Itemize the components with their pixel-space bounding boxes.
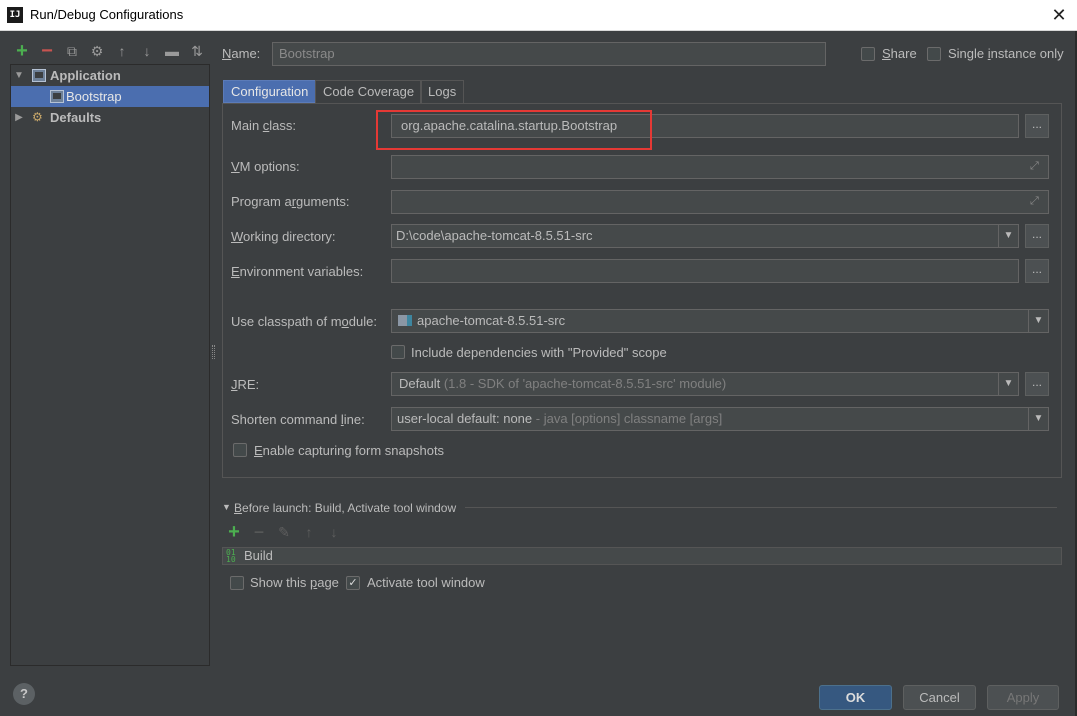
title-bar: IJ Run/Debug Configurations ✕	[0, 0, 1077, 31]
edit-task-icon[interactable]: ✎	[275, 523, 293, 541]
name-label: Name:	[222, 46, 261, 61]
application-icon	[32, 69, 46, 82]
chevron-down-icon[interactable]: ▼	[998, 373, 1018, 395]
enable-snapshots-label: Enable capturing form snapshots	[254, 443, 445, 458]
application-icon	[50, 90, 64, 103]
vm-options-field[interactable]: ⤢	[391, 155, 1049, 179]
before-launch-separator	[465, 507, 1057, 508]
close-icon[interactable]: ✕	[1049, 5, 1069, 25]
chevron-down-icon[interactable]: ▼	[998, 225, 1018, 247]
single-instance-label: Single instance only	[948, 46, 1064, 61]
jre-select[interactable]: Default (1.8 - SDK of 'apache-tomcat-8.5…	[391, 372, 1019, 396]
move-down-icon[interactable]: ↓	[138, 42, 156, 60]
collapse-arrow-icon[interactable]: ▼	[13, 65, 25, 86]
apply-button[interactable]: Apply	[987, 685, 1059, 710]
expand-icon[interactable]: ⤢	[1030, 160, 1042, 172]
tree-item-bootstrap[interactable]: Bootstrap	[11, 86, 209, 107]
tree-item-application[interactable]: ▼ Application	[11, 65, 209, 86]
browse-jre-button[interactable]: ...	[1025, 372, 1049, 396]
share-label: Share	[882, 46, 917, 61]
enable-snapshots-checkbox[interactable]	[233, 443, 247, 457]
expand-icon[interactable]: ⤢	[1030, 195, 1042, 207]
tree-item-defaults[interactable]: ▶ ⚙ Defaults	[11, 107, 209, 128]
build-icon: 01 10	[226, 548, 236, 564]
tree-item-label: Bootstrap	[66, 89, 122, 104]
before-launch-task-row[interactable]: 01 10 Build	[222, 547, 1062, 565]
annotation-highlight-box	[376, 110, 652, 150]
copy-configuration-icon[interactable]: ⧉	[63, 42, 81, 60]
shorten-value-detail: - java [options] classname [args]	[532, 411, 723, 426]
share-checkbox[interactable]	[861, 47, 875, 61]
vm-options-label: VM options:	[231, 159, 300, 174]
folder-icon[interactable]: ▬	[163, 42, 181, 60]
working-directory-field[interactable]: D:\code\apache-tomcat-8.5.51-src ▼	[391, 224, 1019, 248]
tree-item-label: Application	[50, 68, 121, 83]
module-folder-icon	[398, 315, 412, 326]
configuration-tree: ▼ Application Bootstrap ▶ ⚙ Defaults	[10, 64, 210, 666]
activate-tool-window-checkbox[interactable]: ✓	[346, 576, 360, 590]
window-title: Run/Debug Configurations	[30, 7, 184, 22]
classpath-module-value: apache-tomcat-8.5.51-src	[417, 313, 566, 328]
shorten-value: user-local default: none	[397, 411, 533, 426]
edit-defaults-icon[interactable]: ⚙	[88, 42, 106, 60]
shorten-command-line-label: Shorten command line:	[231, 412, 365, 427]
working-directory-label: Working directory:	[231, 229, 336, 244]
help-icon[interactable]: ?	[13, 683, 35, 705]
working-directory-value: D:\code\apache-tomcat-8.5.51-src	[396, 228, 593, 243]
collapse-arrow-icon[interactable]: ▼	[222, 502, 231, 512]
main-class-label: Main class:	[231, 118, 297, 133]
tab-code-coverage[interactable]: Code Coverage	[315, 80, 423, 103]
environment-variables-label: Environment variables:	[231, 264, 364, 279]
move-up-icon[interactable]: ↑	[113, 42, 131, 60]
expand-arrow-icon[interactable]: ▶	[13, 107, 25, 128]
show-this-page-checkbox[interactable]	[230, 576, 244, 590]
tab-logs[interactable]: Logs	[420, 80, 465, 103]
cancel-button[interactable]: Cancel	[903, 685, 976, 710]
program-arguments-field[interactable]: ⤢	[391, 190, 1049, 214]
wrench-icon: ⚙	[32, 110, 43, 124]
splitter-handle[interactable]	[212, 345, 215, 359]
shorten-command-line-select[interactable]: user-local default: none - java [options…	[391, 407, 1049, 431]
intellij-app-icon: IJ	[7, 7, 23, 23]
browse-working-directory-button[interactable]: ...	[1025, 224, 1049, 248]
activate-tool-window-label: Activate tool window	[367, 575, 485, 590]
environment-variables-field[interactable]	[391, 259, 1019, 283]
include-dependencies-label: Include dependencies with "Provided" sco…	[411, 345, 667, 360]
before-launch-label[interactable]: Before launch: Build, Activate tool wind…	[234, 501, 456, 515]
add-task-icon[interactable]: +	[225, 522, 243, 542]
tab-configuration[interactable]: Configuration	[223, 80, 317, 103]
jre-label: JRE:	[231, 377, 260, 392]
move-task-down-icon[interactable]: ↓	[325, 523, 343, 541]
program-arguments-label: Program arguments:	[231, 194, 350, 209]
browse-main-class-button[interactable]: ...	[1025, 114, 1049, 138]
name-field[interactable]: Bootstrap	[272, 42, 826, 66]
jre-value-detail: (1.8 - SDK of 'apache-tomcat-8.5.51-src'…	[443, 376, 727, 391]
single-instance-checkbox[interactable]	[927, 47, 941, 61]
include-dependencies-checkbox[interactable]	[391, 345, 405, 359]
jre-value: Default	[399, 376, 441, 391]
remove-configuration-icon[interactable]: −	[38, 41, 56, 61]
build-task-label: Build	[244, 548, 273, 563]
chevron-down-icon[interactable]: ▼	[1028, 408, 1048, 430]
add-configuration-icon[interactable]: +	[13, 41, 31, 61]
move-task-up-icon[interactable]: ↑	[300, 523, 318, 541]
show-this-page-label: Show this page	[250, 575, 339, 590]
sort-icon[interactable]: ⇅	[188, 42, 206, 60]
edit-environment-variables-button[interactable]: ...	[1025, 259, 1049, 283]
classpath-module-label: Use classpath of module:	[231, 314, 377, 329]
remove-task-icon[interactable]: −	[250, 523, 268, 541]
tree-item-label: Defaults	[50, 110, 102, 125]
chevron-down-icon[interactable]: ▼	[1028, 310, 1048, 332]
ok-button[interactable]: OK	[819, 685, 892, 710]
classpath-module-select[interactable]: apache-tomcat-8.5.51-src ▼	[391, 309, 1049, 333]
